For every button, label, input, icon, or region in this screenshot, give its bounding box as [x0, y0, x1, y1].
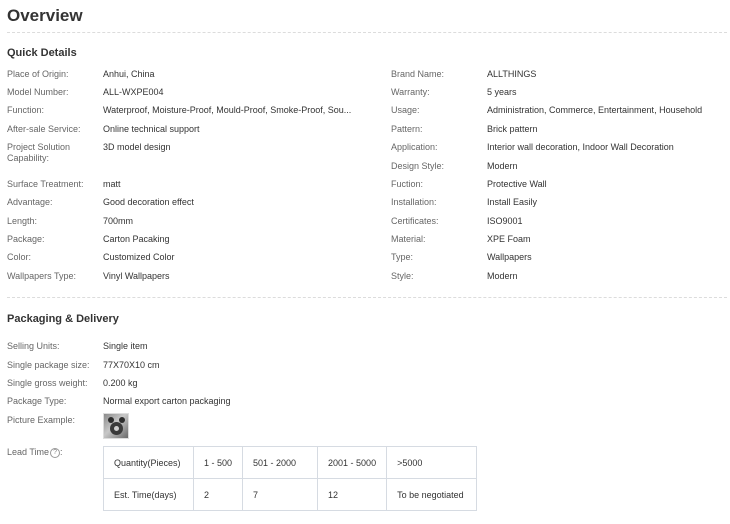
lead-time-cell: 2001 - 5000	[317, 446, 388, 479]
detail-value: Carton Pacaking	[103, 234, 170, 244]
lead-time-cell: 1 - 500	[192, 446, 244, 479]
detail-value: Modern	[487, 271, 518, 281]
lead-time-value-row: Est. Time(days) 2 7 12 To be negotiated	[103, 478, 478, 511]
lead-time-colon: :	[60, 447, 63, 457]
detail-key: Style:	[391, 271, 414, 281]
packaging-key: Package Type:	[7, 396, 67, 406]
packaging-key: Selling Units:	[7, 341, 60, 351]
lead-time-cell: 2	[192, 478, 244, 511]
packaging-key: Single package size:	[7, 360, 90, 370]
detail-value: matt	[103, 179, 121, 189]
detail-key: Surface Treatment:	[7, 179, 84, 189]
lead-time-text: Lead Time	[7, 447, 50, 457]
help-icon[interactable]: ?	[50, 447, 61, 458]
lead-time-cell: Quantity(Pieces)	[103, 446, 194, 479]
detail-value: 5 years	[487, 87, 517, 97]
detail-value: Online technical support	[103, 124, 200, 134]
detail-key: Type:	[391, 252, 414, 262]
thumbnail-shape	[114, 426, 119, 431]
lead-time-cell: 501 - 2000	[242, 446, 319, 479]
lead-time-cell: 12	[317, 478, 388, 511]
detail-key: Usage:	[391, 105, 420, 115]
detail-key: Warranty:	[391, 87, 430, 97]
detail-value: Wallpapers	[487, 252, 532, 262]
detail-key: Material:	[391, 234, 426, 244]
detail-key: After-sale Service:	[7, 124, 81, 134]
detail-value: ALL-WXPE004	[103, 87, 164, 97]
detail-value: Install Easily	[487, 197, 538, 207]
detail-value: ALLTHINGS	[487, 69, 537, 79]
packaging-value: 0.200 kg	[103, 378, 138, 388]
detail-key: Model Number:	[7, 87, 69, 97]
detail-key: Fuction:	[391, 179, 424, 189]
detail-key: Installation:	[391, 197, 437, 207]
detail-value: Vinyl Wallpapers	[103, 271, 170, 281]
detail-value: Interior wall decoration, Indoor Wall De…	[487, 142, 674, 152]
lead-time-cell: >5000	[386, 446, 478, 479]
packaging-value: Normal export carton packaging	[103, 396, 231, 406]
detail-value: Customized Color	[103, 252, 175, 262]
detail-value: ISO9001	[487, 216, 523, 226]
picture-example-thumbnail[interactable]	[103, 413, 129, 439]
lead-time-cell: To be negotiated	[386, 478, 478, 511]
page-title: Overview	[7, 6, 83, 25]
detail-value: Good decoration effect	[103, 197, 194, 207]
quick-details-title: Quick Details	[7, 47, 77, 59]
detail-value: 3D model design	[103, 142, 171, 152]
picture-example-label: Picture Example:	[7, 415, 76, 425]
detail-value: Administration, Commerce, Entertainment,…	[487, 105, 703, 115]
detail-value: 700mm	[103, 216, 134, 226]
divider	[7, 32, 727, 33]
detail-key: Brand Name:	[391, 69, 445, 79]
detail-value: XPE Foam	[487, 234, 531, 244]
lead-time-cell: 7	[242, 478, 319, 511]
packaging-key: Single gross weight:	[7, 378, 88, 388]
detail-key: Color:	[7, 252, 32, 262]
packaging-value: 77X70X10 cm	[103, 360, 160, 370]
detail-value: Modern	[487, 161, 518, 171]
packaging-value: Single item	[103, 341, 148, 351]
divider	[7, 297, 727, 298]
detail-value: Protective Wall	[487, 179, 547, 189]
detail-key: Pattern:	[391, 124, 423, 134]
detail-value: Brick pattern	[487, 124, 538, 134]
detail-key: Wallpapers Type:	[7, 271, 77, 281]
detail-key: Place of Origin:	[7, 69, 69, 79]
lead-time-cell: Est. Time(days)	[103, 478, 194, 511]
lead-time-header-row: Quantity(Pieces) 1 - 500 501 - 2000 2001…	[103, 446, 478, 479]
detail-key: Certificates:	[391, 216, 439, 226]
detail-key: Package:	[7, 234, 45, 244]
detail-key: Function:	[7, 105, 45, 115]
packaging-delivery-title: Packaging & Delivery	[7, 313, 119, 325]
lead-time-table: Quantity(Pieces) 1 - 500 501 - 2000 2001…	[103, 446, 478, 511]
detail-value: Anhui, China	[103, 69, 155, 79]
detail-key: Application:	[391, 142, 438, 152]
detail-key: Project Solution Capability:	[7, 142, 71, 163]
detail-key: Advantage:	[7, 197, 53, 207]
detail-key: Length:	[7, 216, 38, 226]
lead-time-label: Lead Time?:	[7, 447, 99, 458]
detail-value: Waterproof, Moisture-Proof, Mould-Proof,…	[103, 105, 352, 115]
detail-key: Design Style:	[391, 161, 445, 171]
